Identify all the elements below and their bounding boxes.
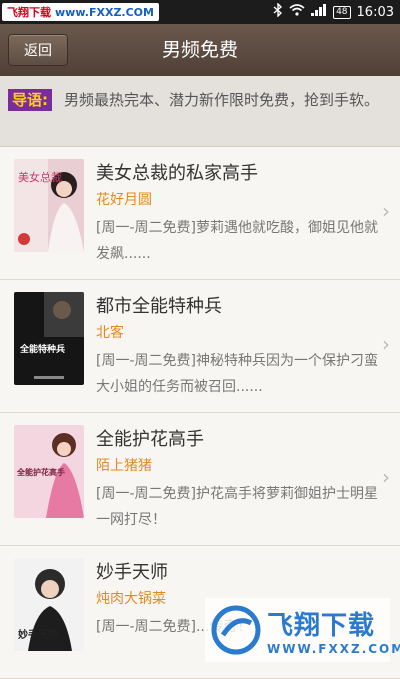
chevron-right-icon: › [382,465,390,489]
book-cover-text: 全能护花高手 [16,467,65,477]
intro-banner: 导语: 男频最热完本、潜力新作限时免费，抢到手软。 [0,76,400,147]
book-cover: 妙手天师 [14,558,84,651]
book-title: 美女总裁的私家高手 [96,163,258,184]
clock: 16:03 [356,4,394,20]
book-item[interactable]: 全能护花高手 全能护花高手 陌上猪猪 [周一-周二免费]护花高手将萝莉御姐护士明… [0,413,400,546]
signal-icon [311,4,327,20]
chevron-right-icon: › [382,199,390,223]
intro-text-block: 导语: 男频最热完本、潜力新作限时免费，抢到手软。 [8,87,390,113]
chevron-right-icon: › [382,332,390,356]
watermark-top: 飞翔下载 www.FXXZ.COM [2,3,159,21]
book-author: 北客 [96,325,124,341]
book-title: 都市全能特种兵 [96,296,222,317]
nav-bar: 男频免费 返回 [0,24,400,76]
book-cover: 全能特种兵 [14,292,84,385]
bluetooth-icon [273,2,283,21]
book-title: 妙手天师 [96,562,168,583]
battery-icon: 48 [333,5,351,19]
status-bar: 飞翔下载 www.FXXZ.COM 48 16:03 [0,0,400,24]
watermark-logo-icon [211,605,261,655]
watermark-top-cn: 飞翔下载 [7,6,51,19]
book-desc: [周一-周二免费]萝莉遇他就吃酸，御姐见他就发飙...... [96,220,378,262]
book-author: 炖肉大锅菜 [96,591,166,607]
book-author: 花好月圆 [96,192,152,208]
book-title: 全能护花高手 [96,429,204,450]
book-cover-text: 全能特种兵 [19,343,65,355]
book-item[interactable]: 美女总裁 美女总裁的私家高手 花好月圆 [周一-周二免费]萝莉遇他就吃酸，御姐见… [0,147,400,280]
book-desc: [周一-周二免费]神秘特种兵因为一个保护刁蛮大小姐的任务而被召回...... [96,353,378,395]
intro-text: 男频最热完本、潜力新作限时免费，抢到手软。 [64,91,380,109]
watermark-bottom-en: WWW.FXXZ.COM [267,641,400,656]
watermark-bottom: 飞翔下载 WWW.FXXZ.COM [205,598,400,662]
book-cover: 美女总裁 [14,159,84,252]
back-button[interactable]: 返回 [8,34,68,66]
wifi-icon [289,4,305,20]
status-icons: 48 16:03 [273,0,394,24]
book-cover-text: 妙手天师 [18,628,58,641]
intro-tag: 导语: [8,89,52,111]
watermark-bottom-cn: 飞翔下载 [267,610,376,641]
book-cover-text: 美女总裁 [18,170,62,184]
book-item[interactable]: 全能特种兵 都市全能特种兵 北客 [周一-周二免费]神秘特种兵因为一个保护刁蛮大… [0,280,400,413]
book-desc: [周一-周二免费]护花高手将萝莉御姐护士明星一网打尽！ [96,486,378,528]
book-cover: 全能护花高手 [14,425,84,518]
book-author: 陌上猪猪 [96,458,152,474]
watermark-top-url: www.FXXZ.COM [55,5,154,19]
